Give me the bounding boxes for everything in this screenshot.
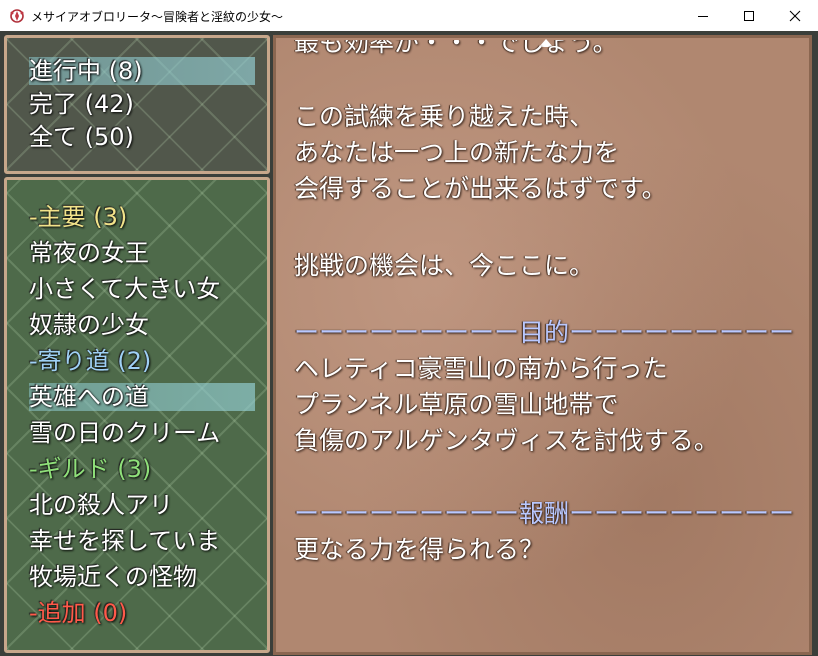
close-button[interactable] [772, 0, 818, 31]
detail-text: この試練を乗り越えた時、 [294, 102, 595, 131]
filter-completed[interactable]: 完了 (42) [29, 89, 134, 119]
detail-text-partial: 最も効率が・・・でしょう。 [294, 35, 618, 57]
game-screen: 進行中 (8) 完了 (42) 全て (50) -主要 (3) 常夜の女王 小さ… [0, 31, 818, 656]
objective-header: ーーーーーーーーー目的ーーーーーーーーー [294, 318, 795, 347]
detail-text: 挑戦の機会は、今ここに。 [294, 251, 595, 280]
quest-item-selected[interactable]: 英雄への道 [29, 382, 149, 412]
quest-item[interactable]: 常夜の女王 [29, 238, 149, 268]
objective-text: プランネル草原の雪山地帯で [294, 390, 619, 419]
window-title: メサイアオブロリータ～冒険者と淫紋の少女～ [31, 10, 284, 24]
objective-text: ヘレティコ豪雪山の南から行った [294, 354, 668, 383]
quest-item[interactable]: 奴隷の少女 [29, 310, 149, 340]
quest-list-panel: -主要 (3) 常夜の女王 小さくて大きい女 奴隷の少女 -寄り道 (2) 英雄… [4, 177, 270, 653]
close-icon [789, 10, 801, 21]
reward-header: ーーーーーーーーー報酬ーーーーーーーーー [294, 499, 795, 528]
quest-item[interactable]: 雪の日のクリーム [29, 418, 220, 448]
detail-text: あなたは一つ上の新たな力を [294, 138, 620, 167]
detail-text: 会得することが出来るはずです。 [294, 174, 667, 203]
category-side[interactable]: -寄り道 (2) [29, 346, 151, 376]
quest-item[interactable]: 牧場近くの怪物 [29, 562, 197, 592]
minimize-button[interactable] [680, 0, 726, 31]
category-guild[interactable]: -ギルド (3) [29, 454, 151, 484]
category-guild-label: -ギルド (3) [29, 455, 152, 483]
maximize-icon [744, 10, 754, 21]
maximize-button[interactable] [726, 0, 772, 31]
quest-item[interactable]: 小さくて大きい女 [29, 274, 220, 304]
category-main[interactable]: -主要 (3) [29, 202, 127, 232]
filter-all[interactable]: 全て (50) [29, 122, 134, 152]
filter-in-progress[interactable]: 進行中 (8) [29, 56, 143, 86]
minimize-icon [698, 15, 708, 17]
app-icon [9, 8, 25, 24]
category-side-label: -寄り道 (2) [29, 347, 152, 375]
title-bar: メサイアオブロリータ～冒険者と淫紋の少女～ [0, 0, 818, 32]
quest-detail-panel[interactable]: 最も効率が・・・でしょう。 この試練を乗り越えた時、 あなたは一つ上の新たな力を… [273, 35, 812, 655]
quest-item[interactable]: 幸せを探していま [29, 526, 220, 556]
objective-text: 負傷のアルゲンタヴィスを討伐する。 [294, 426, 719, 455]
category-extra[interactable]: -追加 (0) [29, 598, 127, 628]
reward-text: 更なる力を得られる？ [294, 535, 545, 564]
category-main-label: -主要 (3) [29, 203, 128, 231]
quest-item[interactable]: 北の殺人アリ [29, 490, 173, 520]
filter-panel: 進行中 (8) 完了 (42) 全て (50) [4, 35, 270, 174]
category-extra-label: -追加 (0) [29, 599, 128, 627]
